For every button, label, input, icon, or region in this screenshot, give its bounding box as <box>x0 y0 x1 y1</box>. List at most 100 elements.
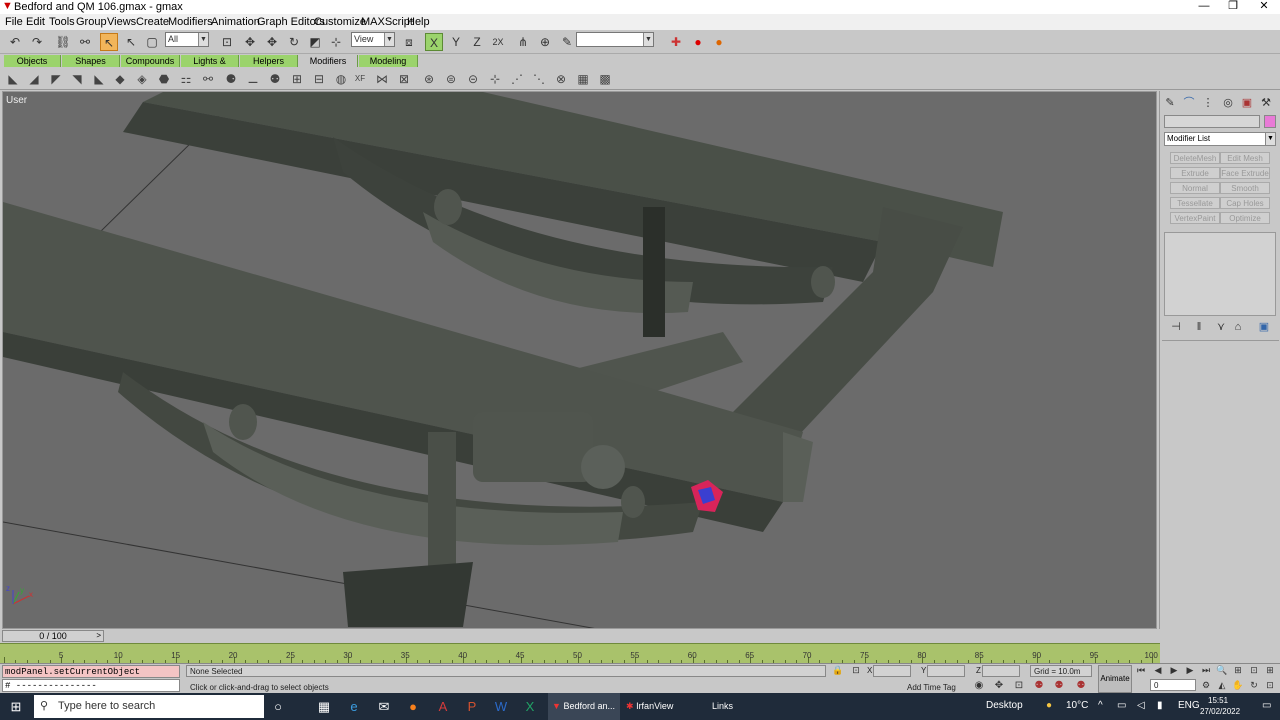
notifications-icon[interactable]: ▭ <box>1262 700 1271 711</box>
menu-edit[interactable]: Edit <box>26 16 45 28</box>
spinner-snap-icon[interactable]: ⚉ <box>1052 679 1066 693</box>
show-end-result-icon[interactable]: ‖ <box>1191 320 1207 334</box>
make-unique-icon[interactable]: ⋎ <box>1213 320 1229 334</box>
maximize-viewport-icon[interactable]: ⊡ <box>1264 679 1276 691</box>
tab-lights-cameras[interactable]: Lights & Cameras <box>181 55 239 78</box>
relax-icon[interactable]: ⬣ <box>156 71 172 87</box>
push-icon[interactable]: ◈ <box>134 71 150 87</box>
powerpoint-icon[interactable]: P <box>462 697 482 717</box>
mirror-mod-icon[interactable]: ⊟ <box>311 71 327 87</box>
key-mode-icon[interactable]: ◉ <box>972 679 986 693</box>
taskbar-search[interactable]: ⚲ Type here to search <box>34 695 264 718</box>
tab-modeling[interactable]: Modeling <box>359 55 418 67</box>
z-coord-field[interactable] <box>982 665 1020 677</box>
word-icon[interactable]: W <box>491 697 511 717</box>
modifier-stack[interactable] <box>1164 232 1276 316</box>
menu-create[interactable]: Create <box>136 16 169 28</box>
twist-icon[interactable]: ◤ <box>48 71 64 87</box>
smooth-button[interactable]: Smooth <box>1220 182 1270 194</box>
vertexpaint-button[interactable]: VertexPaint <box>1170 212 1220 224</box>
render-scene-icon[interactable]: ● <box>689 33 707 51</box>
add-time-tag-button[interactable]: Add Time Tag <box>907 683 956 692</box>
snap-toggle-icon[interactable]: ✥ <box>992 679 1006 693</box>
poly-select-icon[interactable]: ⊜ <box>443 71 459 87</box>
wave-icon[interactable]: ⚯ <box>200 71 216 87</box>
store-icon[interactable]: ▦ <box>314 697 334 717</box>
menu-customize[interactable]: Customize <box>314 16 366 28</box>
edit-named-sel-icon[interactable]: ⚉ <box>1074 679 1088 693</box>
hierarchy-tab-icon[interactable]: ⋮ <box>1200 96 1216 110</box>
edge-icon[interactable]: e <box>344 697 364 717</box>
restrict-x-icon[interactable]: X <box>425 33 443 51</box>
zoom-all-icon[interactable]: ⊞ <box>1232 664 1244 676</box>
spherify-icon[interactable]: ⚉ <box>267 71 283 87</box>
viewport-label[interactable]: User <box>6 95 27 106</box>
acrobat-icon[interactable]: A <box>433 697 453 717</box>
modifier-list-dropdown[interactable]: Modifier List ▼ <box>1164 132 1276 146</box>
quick-render-icon[interactable]: ● <box>710 33 728 51</box>
object-color-swatch[interactable] <box>1264 115 1276 128</box>
time-slider[interactable]: 0 / 100 > <box>2 630 104 642</box>
select-move-alt-icon[interactable]: ✥ <box>263 33 281 51</box>
named-selection-dropdown[interactable]: ▼ <box>576 32 654 47</box>
modify-tab-icon[interactable]: ⌒ <box>1181 96 1197 110</box>
task-view-icon[interactable]: ○ <box>268 697 288 717</box>
language-indicator[interactable]: ENG <box>1178 700 1200 711</box>
tessellate-button[interactable]: Tessellate <box>1170 197 1220 209</box>
taper-icon[interactable]: ◢ <box>26 71 42 87</box>
redo-icon[interactable]: ↷ <box>28 33 46 51</box>
viewport-user[interactable]: User x y z <box>2 91 1157 629</box>
edit-spline-icon[interactable]: ⋱ <box>531 71 547 87</box>
mesh-select-icon[interactable]: ⊛ <box>421 71 437 87</box>
bend-icon[interactable]: ◣ <box>5 71 21 87</box>
extrude-icon[interactable]: ▦ <box>575 71 591 87</box>
ripple-icon[interactable]: ⚏ <box>178 71 194 87</box>
next-frame-icon[interactable]: ▶ <box>1184 664 1196 676</box>
select-by-name-icon[interactable]: ↖ <box>122 33 140 51</box>
mail-icon[interactable]: ✉ <box>374 697 394 717</box>
create-tab-icon[interactable]: ✎ <box>1162 96 1178 110</box>
tab-objects[interactable]: Objects <box>4 55 61 67</box>
clock-date[interactable]: 27/02/2022 <box>1200 707 1240 716</box>
extrude-button[interactable]: Extrude <box>1170 167 1220 179</box>
lock-selection-icon[interactable]: 🔒 <box>832 664 844 676</box>
window-crossing-icon[interactable]: ⊡ <box>218 33 236 51</box>
menu-help[interactable]: Help <box>407 16 430 28</box>
object-name-field[interactable] <box>1164 115 1260 128</box>
goto-end-icon[interactable]: ⏭ <box>1200 664 1212 676</box>
utilities-tab-icon[interactable]: ⚒ <box>1258 96 1274 110</box>
percent-snap-icon[interactable]: ⚉ <box>1032 679 1046 693</box>
menu-animation[interactable]: Animation <box>211 16 260 28</box>
optimize-button[interactable]: Optimize <box>1220 212 1270 224</box>
deletemesh-button[interactable]: DeleteMesh <box>1170 152 1220 164</box>
goto-start-icon[interactable]: ⏮ <box>1135 664 1147 676</box>
excel-icon[interactable]: X <box>520 697 540 717</box>
zoom-extents-all-icon[interactable]: ⊞ <box>1264 664 1276 676</box>
displace-icon[interactable]: ◍ <box>333 71 349 87</box>
rectangular-selection-icon[interactable]: ▢ <box>143 33 161 51</box>
unlink-icon[interactable]: ⚯ <box>76 33 94 51</box>
tab-compounds[interactable]: Compounds <box>121 55 180 67</box>
tab-shapes[interactable]: Shapes <box>62 55 120 67</box>
y-coord-field[interactable] <box>927 665 965 677</box>
minimize-button[interactable]: — <box>1190 0 1218 14</box>
arc-rotate-icon[interactable]: ↻ <box>1248 679 1260 691</box>
face-extrude-icon[interactable]: ⊹ <box>487 71 503 87</box>
uvw-map-icon[interactable]: ⊠ <box>396 71 412 87</box>
spline-select-icon[interactable]: ⋰ <box>509 71 525 87</box>
tray-overflow-icon[interactable]: ^ <box>1098 700 1103 711</box>
edit-mesh-button[interactable]: Edit Mesh <box>1220 152 1270 164</box>
pan-icon[interactable]: ✋ <box>1232 679 1244 691</box>
normal-button[interactable]: Normal <box>1170 182 1220 194</box>
face-extrude-button[interactable]: Face Extrude <box>1220 167 1270 179</box>
reference-coord-dropdown[interactable]: View ▼ <box>351 32 395 47</box>
time-config-icon[interactable]: ⚙ <box>1200 679 1212 691</box>
current-frame-field[interactable]: 0 <box>1150 679 1196 691</box>
menu-tools[interactable]: Tools <box>49 16 75 28</box>
select-rotate-icon[interactable]: ↻ <box>285 33 303 51</box>
lathe-icon[interactable]: ⊗ <box>553 71 569 87</box>
windows-start-icon[interactable]: ⊞ <box>6 697 26 717</box>
restrict-plane-icon[interactable]: 2X <box>489 33 507 51</box>
vol-select-icon[interactable]: ⊝ <box>465 71 481 87</box>
align-icon[interactable]: ⊕ <box>536 33 554 51</box>
